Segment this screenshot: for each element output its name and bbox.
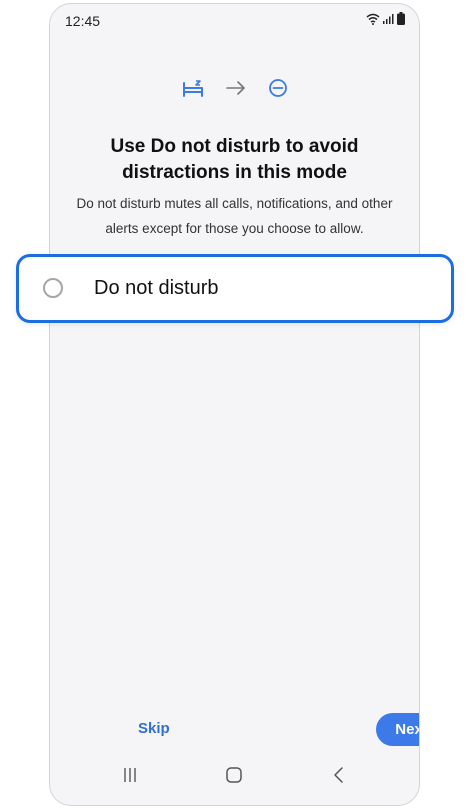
bed-icon	[182, 80, 203, 97]
mode-flow-illustration	[50, 78, 419, 98]
wifi-icon	[366, 13, 380, 25]
description-line-1: Do not disturb mutes all calls, notifica…	[76, 196, 393, 211]
signal-icon	[383, 14, 394, 24]
arrow-right-icon	[225, 81, 245, 95]
back-icon[interactable]	[330, 766, 348, 784]
page-title: Use Do not disturb to avoid distractions…	[70, 134, 399, 186]
title-line-1: Use Do not disturb to avoid	[110, 136, 359, 157]
description: Do not disturb mutes all calls, notifica…	[68, 191, 401, 241]
description-line-2: alerts except for those you choose to al…	[105, 221, 364, 236]
radio-button[interactable]	[43, 278, 63, 298]
navigation-bar	[50, 750, 419, 805]
status-time: 12:45	[65, 13, 101, 29]
phone-screen: 12:45 Use Do not disturb to avoid distra…	[49, 3, 420, 806]
next-button[interactable]: Next	[376, 713, 419, 746]
title-line-2: distractions in this mode	[122, 162, 347, 183]
do-not-disturb-option[interactable]: Do not disturb	[16, 254, 454, 323]
option-label: Do not disturb	[94, 277, 219, 299]
home-icon[interactable]	[225, 766, 243, 784]
status-icons	[366, 12, 405, 25]
do-not-disturb-icon	[268, 79, 287, 97]
battery-icon	[397, 12, 405, 25]
skip-button[interactable]: Skip	[138, 720, 170, 737]
recents-icon[interactable]	[121, 766, 139, 784]
